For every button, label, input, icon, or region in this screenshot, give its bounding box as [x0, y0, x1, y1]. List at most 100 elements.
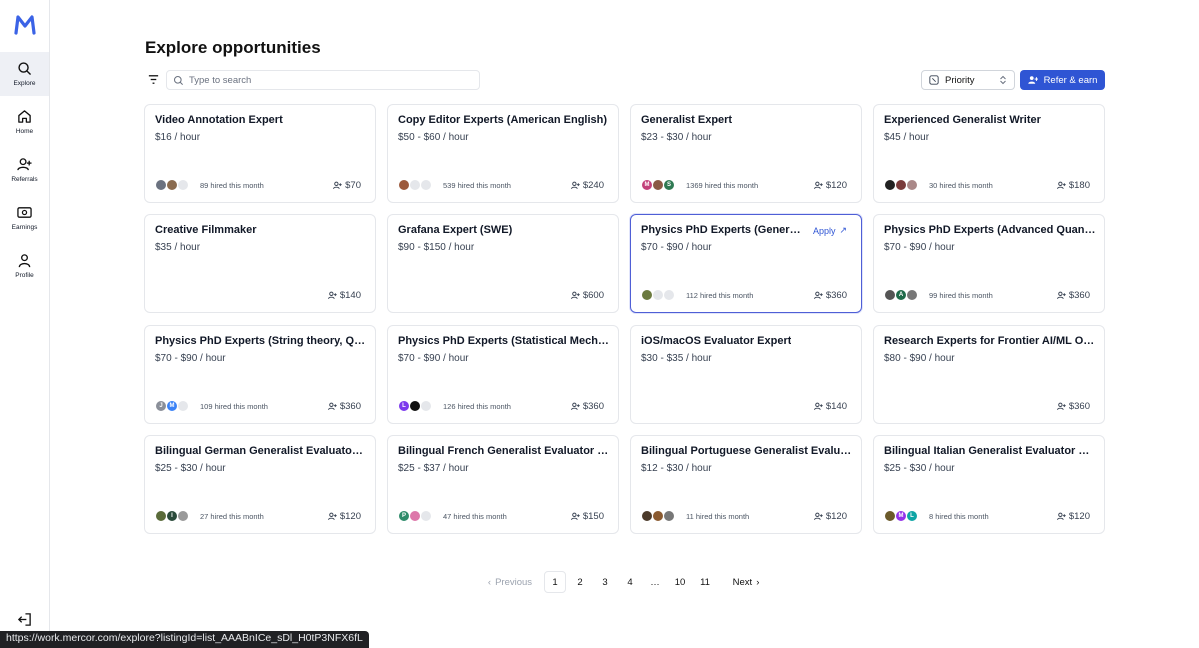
card-title: Bilingual Portuguese Generalist Evaluato… — [641, 445, 853, 457]
referral-bonus: $600 — [570, 290, 604, 301]
user-plus-icon — [813, 402, 823, 411]
referral-bonus: $120 — [327, 511, 361, 522]
previous-label: Previous — [495, 576, 533, 588]
sidebar-item-referrals[interactable]: Referrals — [0, 148, 49, 192]
user-plus-icon — [570, 291, 580, 300]
avatar — [663, 510, 675, 522]
opportunity-card[interactable]: Bilingual Portuguese Generalist Evaluato… — [630, 435, 862, 534]
opportunity-card[interactable]: Video Annotation Expert $16 / hour 89 hire… — [144, 104, 376, 203]
referral-bonus: $360 — [1056, 401, 1090, 412]
opportunity-card[interactable]: Physics PhD Experts (Advanced Quantum,..… — [873, 214, 1105, 313]
sidebar-item-label: Earnings — [11, 224, 38, 231]
opportunity-card[interactable]: Physics PhD Experts (General Re... $70 - … — [630, 214, 862, 313]
hired-avatars: MS — [641, 179, 675, 191]
page-button[interactable]: 11 — [694, 571, 716, 593]
opportunity-card[interactable]: Grafana Expert (SWE) $90 - $150 / hour $60… — [387, 214, 619, 313]
referral-bonus: $120 — [1056, 511, 1090, 522]
card-title: Physics PhD Experts (Advanced Quantum,..… — [884, 224, 1096, 236]
referral-amount: $600 — [582, 290, 604, 301]
sidebar-item-label: Profile — [15, 272, 34, 279]
hired-avatars: P — [398, 510, 432, 522]
avatar — [420, 510, 432, 522]
opportunity-card[interactable]: Experienced Generalist Writer $45 / hour 3… — [873, 104, 1105, 203]
referral-amount: $150 — [582, 511, 604, 522]
card-title: Bilingual Italian Generalist Evaluator E… — [884, 445, 1096, 457]
refer-earn-button[interactable]: Refer & earn — [1020, 70, 1105, 90]
sort-select[interactable]: Priority — [921, 70, 1015, 90]
pagination: ‹ Previous 1 2 3 4 … 10 11 Next › — [480, 571, 770, 593]
logout-icon[interactable] — [17, 612, 32, 627]
apply-link[interactable]: Apply ↗ — [813, 225, 847, 236]
previous-button[interactable]: ‹ Previous — [480, 571, 540, 593]
opportunity-card[interactable]: iOS/macOS Evaluator Expert $30 - $35 / ho… — [630, 325, 862, 424]
referral-bonus: $360 — [813, 290, 847, 301]
user-icon — [18, 254, 31, 268]
sidebar-item-profile[interactable]: Profile — [0, 244, 49, 288]
card-rate: $25 - $30 / hour — [884, 463, 955, 474]
opportunity-card[interactable]: Bilingual French Generalist Evaluator Ex… — [387, 435, 619, 534]
card-title: Physics PhD Experts (Statistical Mechani… — [398, 335, 610, 347]
filter-icon[interactable] — [147, 73, 160, 86]
opportunity-card[interactable]: Bilingual Italian Generalist Evaluator E… — [873, 435, 1105, 534]
page-title: Explore opportunities — [145, 38, 321, 57]
user-plus-icon — [570, 512, 580, 521]
hired-avatars: I — [155, 510, 189, 522]
avatar: S — [663, 179, 675, 191]
hired-count: 8 hired this month — [929, 512, 989, 521]
card-rate: $70 - $90 / hour — [398, 353, 469, 364]
chevron-updown-icon — [1000, 75, 1006, 85]
page-button[interactable]: 10 — [669, 571, 691, 593]
card-title: Generalist Expert — [641, 114, 733, 126]
hired-count: 109 hired this month — [200, 402, 268, 411]
hired-avatars — [641, 510, 675, 522]
opportunity-card[interactable]: Bilingual German Generalist Evaluator Ex… — [144, 435, 376, 534]
hired-count: 89 hired this month — [200, 181, 264, 190]
sidebar-item-label: Home — [15, 128, 34, 135]
referral-amount: $140 — [339, 290, 361, 301]
opportunity-card[interactable]: Copy Editor Experts (American English) $5… — [387, 104, 619, 203]
home-icon — [18, 110, 31, 123]
opportunity-card[interactable]: Physics PhD Experts (Statistical Mechani… — [387, 325, 619, 424]
opportunity-card[interactable]: Generalist Expert $23 - $30 / hour M S 1369 … — [630, 104, 862, 203]
external-link-icon: ↗ — [839, 225, 847, 235]
avatar — [420, 179, 432, 191]
card-title: Physics PhD Experts (General Re... — [641, 224, 806, 236]
opportunity-card[interactable]: Creative Filmmaker $35 / hour $140 — [144, 214, 376, 313]
card-title: Copy Editor Experts (American English) — [398, 114, 608, 126]
page-button[interactable]: 3 — [594, 571, 616, 593]
referral-amount: $360 — [339, 401, 361, 412]
mercor-logo[interactable] — [14, 15, 36, 35]
avatar — [420, 400, 432, 412]
card-rate: $50 - $60 / hour — [398, 132, 469, 143]
search-icon — [173, 75, 183, 85]
next-button[interactable]: Next › — [725, 571, 767, 593]
referral-amount: $120 — [825, 180, 847, 191]
card-rate: $90 - $150 / hour — [398, 242, 475, 253]
card-title: Creative Filmmaker — [155, 224, 257, 236]
avatar — [177, 510, 189, 522]
sidebar-item-earnings[interactable]: Earnings — [0, 196, 49, 240]
card-rate: $25 - $37 / hour — [398, 463, 469, 474]
card-title: iOS/macOS Evaluator Expert — [641, 335, 792, 347]
opportunity-card[interactable]: Research Experts for Frontier AI/ML Open… — [873, 325, 1105, 424]
avatar — [663, 289, 675, 301]
search-input[interactable] — [189, 74, 469, 86]
sidebar-item-explore[interactable]: Explore — [0, 52, 49, 96]
card-rate: $35 / hour — [155, 242, 201, 253]
hired-count: 539 hired this month — [443, 181, 511, 190]
referral-bonus: $70 — [333, 180, 361, 191]
referral-amount: $360 — [825, 290, 847, 301]
sort-icon — [929, 75, 939, 85]
card-rate: $12 - $30 / hour — [641, 463, 712, 474]
referral-amount: $360 — [582, 401, 604, 412]
page-button[interactable]: 4 — [619, 571, 641, 593]
referral-amount: $360 — [1068, 401, 1090, 412]
sidebar-item-home[interactable]: Home — [0, 100, 49, 144]
referral-bonus: $360 — [570, 401, 604, 412]
sidebar-item-label: Explore — [13, 80, 36, 87]
page-button[interactable]: 1 — [544, 571, 566, 593]
hired-count: 27 hired this month — [200, 512, 264, 521]
user-plus-icon — [1027, 76, 1038, 84]
page-button[interactable]: 2 — [569, 571, 591, 593]
opportunity-card[interactable]: Physics PhD Experts (String theory, QFT,… — [144, 325, 376, 424]
